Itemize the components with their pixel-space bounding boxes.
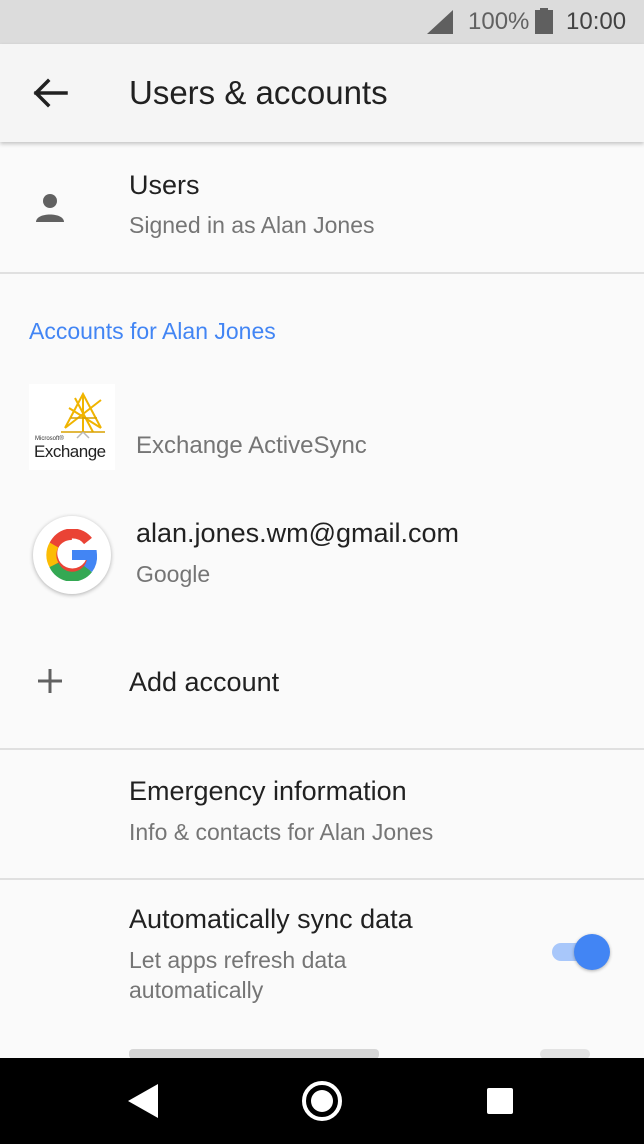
home-circle-icon (302, 1081, 342, 1121)
toggle-thumb (574, 934, 610, 970)
nav-home-button[interactable] (292, 1076, 352, 1126)
battery-icon (535, 8, 553, 34)
nav-back-button[interactable] (114, 1076, 174, 1126)
divider (0, 272, 644, 274)
settings-list[interactable]: Users Signed in as Alan Jones Accounts f… (0, 142, 644, 1058)
emergency-info-subtitle: Info & contacts for Alan Jones (129, 819, 434, 845)
navigation-bar (0, 1058, 644, 1144)
page-title: Users & accounts (129, 74, 388, 111)
back-triangle-icon (128, 1084, 158, 1118)
partial-title (129, 1049, 379, 1058)
google-logo-icon (33, 516, 111, 594)
exchange-logo-text: Exchange (34, 442, 106, 461)
recents-square-icon (487, 1088, 513, 1114)
add-account-label: Add account (129, 667, 280, 697)
google-account-email: alan.jones.wm@gmail.com (136, 518, 460, 548)
auto-sync-subtitle-line1: Let apps refresh data (129, 947, 347, 973)
back-arrow-icon (33, 78, 68, 108)
auto-sync-title: Automatically sync data (129, 904, 413, 934)
partial-toggle (540, 1049, 590, 1058)
users-row[interactable]: Users Signed in as Alan Jones (0, 142, 644, 272)
partial-list-item[interactable] (0, 1037, 644, 1058)
exchange-account-type: Exchange ActiveSync (136, 432, 367, 459)
status-bar: 100% 10:00 (0, 0, 644, 44)
accounts-section-header: Accounts for Alan Jones (29, 318, 276, 344)
auto-sync-row[interactable]: Automatically sync data Let apps refresh… (0, 880, 644, 1020)
app-bar: Users & accounts (0, 44, 644, 142)
emergency-info-title: Emergency information (129, 776, 407, 806)
add-account-row[interactable]: Add account (0, 637, 644, 737)
back-button[interactable] (22, 71, 78, 115)
users-subtitle: Signed in as Alan Jones (129, 212, 375, 238)
emergency-info-row[interactable]: Emergency information Info & contacts fo… (0, 750, 644, 878)
battery-percent: 100% (468, 8, 530, 35)
person-icon (36, 194, 64, 222)
plus-icon (38, 669, 62, 693)
nav-recents-button[interactable] (470, 1076, 530, 1126)
exchange-logo-icon: Microsoft® Exchange (29, 384, 115, 470)
signal-icon (427, 10, 453, 34)
auto-sync-toggle[interactable] (552, 934, 610, 970)
auto-sync-subtitle-line2: automatically (129, 977, 264, 1003)
clock: 10:00 (566, 8, 627, 35)
users-title: Users (129, 170, 200, 200)
google-account-type: Google (136, 561, 211, 587)
